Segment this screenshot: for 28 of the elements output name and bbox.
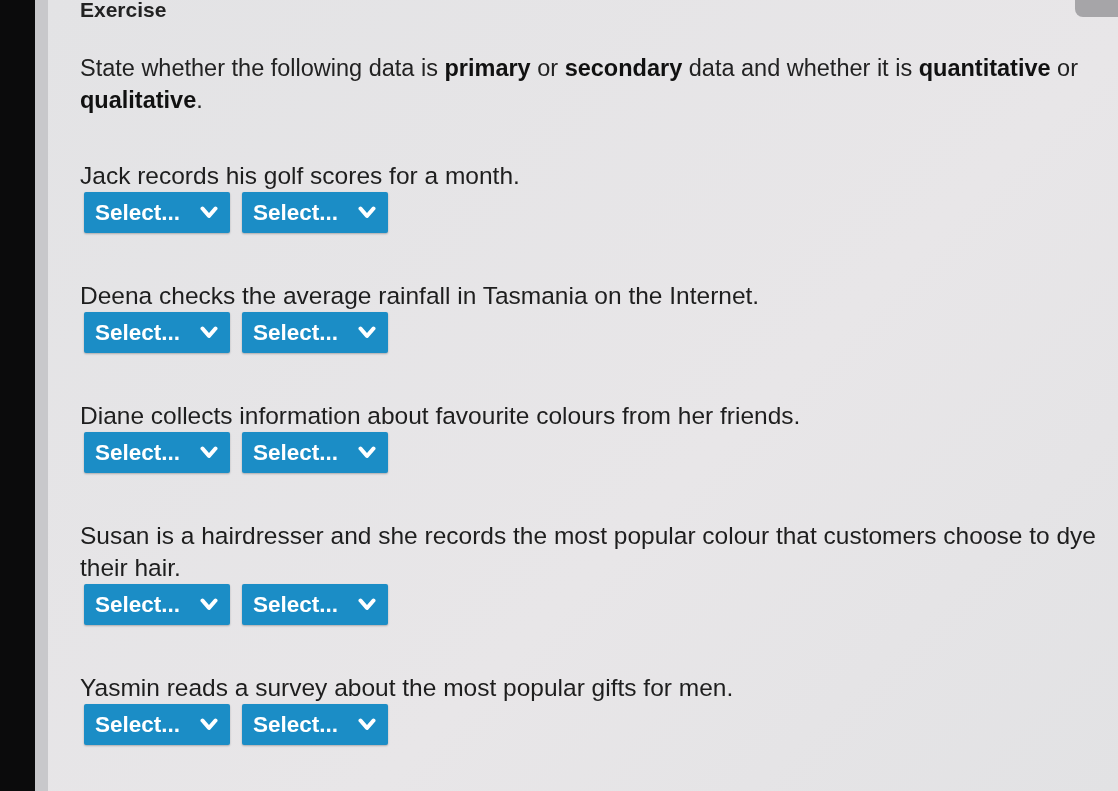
select-dropdown[interactable]: Select... (84, 432, 230, 473)
question-text: Jack records his golf scores for a month. (80, 161, 521, 191)
select-dropdown[interactable]: Select... (242, 432, 388, 473)
chevron-down-icon (200, 206, 218, 219)
chevron-down-icon (358, 206, 376, 219)
chevron-down-icon (200, 446, 218, 459)
select-dropdown[interactable]: Select... (84, 192, 230, 233)
select-dropdown[interactable]: Select... (242, 312, 388, 353)
instructions-text: State whether the following data is primary or secondary data and whether it is quantitative or qualitative. (80, 54, 1079, 115)
question-text: Yasmin reads a survey about the most popular gifts for men. (80, 673, 735, 703)
select-dropdown[interactable]: Select... (242, 584, 388, 625)
select-dropdown[interactable]: Select... (84, 704, 230, 745)
corner-tab[interactable] (1075, 0, 1118, 17)
select-dropdown[interactable]: Select... (242, 704, 388, 745)
select-dropdown[interactable]: Select... (84, 312, 230, 353)
question-text: Diane collects information about favourite colours from her friends. (80, 401, 802, 431)
chevron-down-icon (358, 598, 376, 611)
chevron-down-icon (200, 718, 218, 731)
chevron-down-icon (358, 446, 376, 459)
select-dropdown[interactable]: Select... (84, 584, 230, 625)
question-text: Deena checks the average rainfall in Tasmania on the Internet. (80, 281, 761, 311)
exercise-title: Exercise (80, 0, 167, 19)
chevron-down-icon (200, 326, 218, 339)
chevron-down-icon (358, 718, 376, 731)
chevron-down-icon (200, 598, 218, 611)
select-dropdown[interactable]: Select... (242, 192, 388, 233)
question-text: Susan is a hairdresser and she records the most popular colour that customers choose to dye their hair. (80, 521, 1097, 583)
chevron-down-icon (358, 326, 376, 339)
